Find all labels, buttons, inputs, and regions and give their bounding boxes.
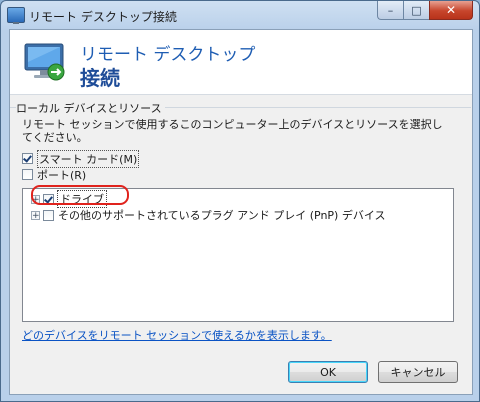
app-monitor-icon [7, 7, 25, 24]
port-checkbox[interactable] [22, 169, 33, 180]
minimize-button[interactable]: – [377, 1, 403, 20]
smart-card-checkbox[interactable] [22, 153, 33, 164]
port-checkbox-row[interactable]: ポート(R) [22, 167, 86, 182]
device-tree[interactable]: + ドライブ + その他のサポートされているプラグ アンド プレイ (PnP) … [22, 188, 454, 322]
remote-desktop-icon [24, 43, 65, 81]
dialog-header: リモート デスクトップ 接続 [10, 30, 472, 95]
window-title: リモート デスクトップ接続 [29, 10, 177, 24]
close-button[interactable]: ✕ [429, 1, 473, 20]
dialog-window: リモート デスクトップ接続 – □ ✕ リモート デスクトップ 接続 ローカル … [0, 0, 480, 402]
plus-expander-icon[interactable]: + [31, 210, 40, 220]
dialog-footer: OK キャンセル [10, 348, 472, 394]
pnp-devices-label: その他のサポートされているプラグ アンド プレイ (PnP) デバイス [58, 209, 386, 222]
title-bar[interactable]: リモート デスクトップ接続 – □ ✕ [1, 1, 479, 29]
window-controls: – □ ✕ [377, 1, 473, 21]
tree-item-pnp-devices[interactable]: + その他のサポートされているプラグ アンド プレイ (PnP) デバイス [31, 207, 386, 223]
group-label: ローカル デバイスとリソース [16, 100, 165, 116]
header-title-line2: 接続 [80, 66, 120, 90]
group-description: リモート セッションで使用するこのコンピューター上のデバイスとリソースを選択して… [22, 118, 443, 144]
highlight-annotation-ring [31, 185, 129, 205]
maximize-button[interactable]: □ [403, 1, 429, 20]
device-info-link[interactable]: どのデバイスをリモート セッションで使えるかを表示します。 [22, 327, 332, 343]
smart-card-label: スマート カード(M) [37, 149, 140, 168]
ok-button[interactable]: OK [288, 361, 368, 383]
port-label: ポート(R) [37, 168, 87, 182]
pnp-devices-checkbox[interactable] [43, 209, 54, 221]
smart-card-checkbox-row[interactable]: スマート カード(M) [22, 149, 140, 168]
dialog-client-area: リモート デスクトップ 接続 ローカル デバイスとリソース リモート セッション… [9, 29, 473, 395]
cancel-button[interactable]: キャンセル [378, 361, 458, 383]
